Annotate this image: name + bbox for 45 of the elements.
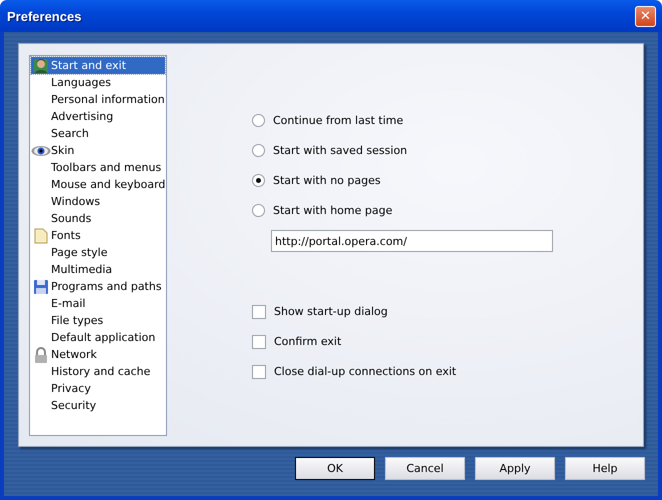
window-title: Preferences [7,8,82,24]
sidebar-item[interactable]: Multimedia [31,261,165,278]
checkbox[interactable] [252,304,266,318]
sidebar-item[interactable]: Toolbars and menus [31,159,165,176]
radio-button[interactable] [252,114,265,127]
radio-label[interactable]: Start with home page [273,204,392,217]
person-icon [33,58,49,74]
sidebar-item[interactable]: Windows [31,193,165,210]
sidebar-item[interactable]: File types [31,312,165,329]
dialog-button[interactable]: OK [295,457,375,480]
checkbox-label[interactable]: Show start-up dialog [274,305,388,318]
home-page-field[interactable]: http://portal.opera.com/ [271,230,553,252]
radio-label[interactable]: Continue from last time [273,114,404,127]
sidebar-item[interactable]: Page style [31,244,165,261]
dialog-button[interactable]: Apply [475,457,555,480]
sidebar-item[interactable]: Skin [31,142,165,159]
dialog-button[interactable]: Cancel [385,457,465,480]
checkbox-label[interactable]: Confirm exit [274,335,342,348]
checkbox[interactable] [252,334,266,348]
sidebar-item[interactable]: Privacy [31,380,165,397]
sidebar-item[interactable]: Mouse and keyboard [31,176,165,193]
radio-button[interactable] [252,174,265,187]
sidebar-item[interactable]: Fonts [31,227,165,244]
dialog-button[interactable]: Help [565,457,645,480]
document-icon [34,228,48,244]
sidebar-item[interactable]: Default application [31,329,165,346]
sidebar-item[interactable]: History and cache [31,363,165,380]
sidebar-item[interactable]: Security [31,397,165,414]
sidebar-item[interactable]: Programs and paths [31,278,165,295]
sidebar-item[interactable]: E-mail [31,295,165,312]
checkbox[interactable] [252,364,266,378]
sidebar-item[interactable]: Start and exit [31,57,165,74]
sidebar-item[interactable]: Advertising [31,108,165,125]
sidebar-item[interactable]: Network [31,346,165,363]
radio-button[interactable] [252,204,265,217]
radio-button[interactable] [252,144,265,157]
sidebar-item[interactable]: Sounds [31,210,165,227]
eye-icon [31,144,51,156]
padlock-icon [33,346,49,362]
sidebar-item[interactable]: Languages [31,74,165,91]
sidebar-item[interactable]: Search [31,125,165,142]
sidebar-item[interactable]: Personal information [31,91,165,108]
radio-label[interactable]: Start with saved session [273,144,408,157]
radio-label[interactable]: Start with no pages [273,174,381,187]
checkbox-label[interactable]: Close dial-up connections on exit [274,365,456,378]
